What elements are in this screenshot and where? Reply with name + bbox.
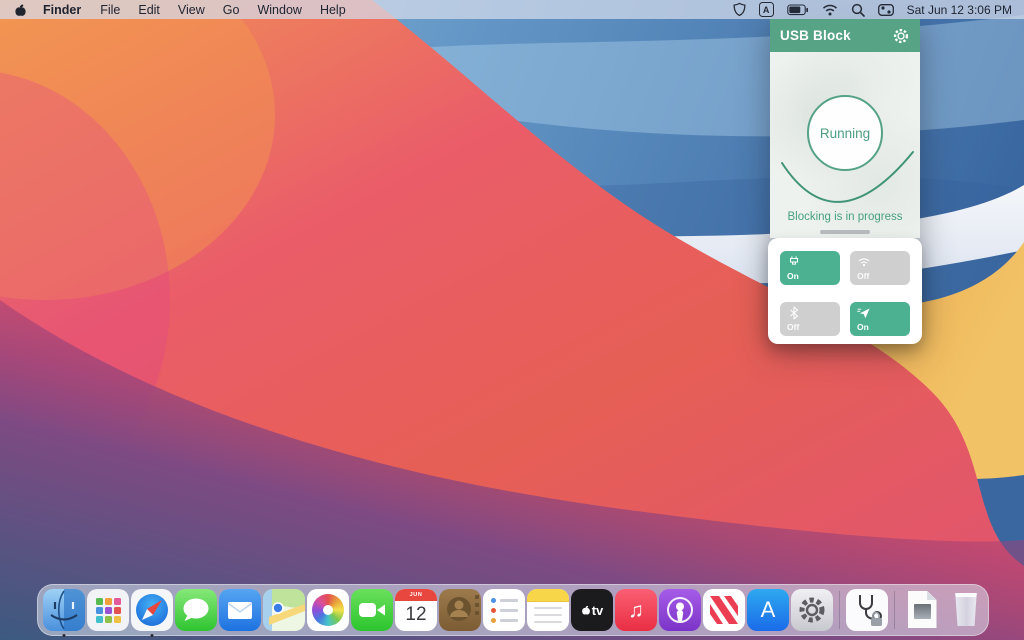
network-plane-icon [857, 306, 871, 320]
usb-block-app-icon [846, 589, 888, 631]
apple-tv-label: tv [592, 603, 604, 618]
running-status-label: Running [820, 126, 870, 141]
menu-item-help[interactable]: Help [311, 3, 355, 17]
dock-item-calendar[interactable]: JUN 12 [395, 589, 437, 631]
control-center-icon[interactable] [878, 4, 894, 16]
shield-icon[interactable] [733, 2, 746, 17]
safari-icon [131, 589, 173, 631]
battery-icon[interactable] [787, 4, 809, 16]
dock-item-notes[interactable] [527, 589, 569, 631]
dock-item-reminders[interactable] [483, 589, 525, 631]
spotlight-icon[interactable] [851, 3, 865, 17]
menu-bar-status-area: A [733, 2, 1024, 17]
dock-item-photos[interactable] [307, 589, 349, 631]
wifi-toggle[interactable]: Off [850, 251, 910, 285]
dock-item-podcasts[interactable] [659, 589, 701, 631]
dock-item-trash[interactable] [945, 589, 987, 631]
calendar-day: 12 [395, 601, 437, 629]
app-store-letter: A [761, 597, 776, 623]
progress-track [820, 230, 870, 234]
blocking-status-message: Blocking is in progress [770, 211, 920, 223]
apple-menu[interactable] [12, 3, 33, 17]
document-icon [908, 591, 937, 628]
calendar-month: JUN [395, 589, 437, 601]
facetime-icon [351, 589, 393, 631]
menu-item-view[interactable]: View [169, 3, 214, 17]
wifi-block-icon [857, 255, 871, 269]
network-toggle-state: On [857, 322, 869, 332]
dock-item-system-preferences[interactable] [791, 589, 833, 631]
toggle-card: On Off Off On [768, 238, 922, 344]
network-toggle[interactable]: On [850, 302, 910, 336]
dock: JUN 12 [37, 584, 989, 636]
dock-item-safari[interactable] [131, 589, 173, 631]
finder-icon [43, 589, 85, 631]
wifi-icon[interactable] [822, 4, 838, 16]
menu-item-file[interactable]: File [91, 3, 129, 17]
dock-item-music[interactable]: ♫ [615, 589, 657, 631]
input-source-icon[interactable]: A [759, 2, 774, 17]
contacts-icon [439, 589, 481, 631]
music-note-icon: ♫ [628, 600, 644, 621]
gear-icon[interactable] [892, 27, 910, 45]
app-store-icon: A [747, 589, 789, 631]
menu-bar-left: Finder File Edit View Go Window Help [0, 3, 355, 17]
wifi-toggle-state: Off [857, 271, 869, 281]
bluetooth-toggle[interactable]: Off [780, 302, 840, 336]
usb-toggle[interactable]: On [780, 251, 840, 285]
apple-tv-icon: tv [571, 589, 613, 631]
calendar-icon: JUN 12 [395, 589, 437, 631]
photos-icon [307, 589, 349, 631]
launchpad-icon [87, 589, 129, 631]
menu-bar: Finder File Edit View Go Window Help A [0, 0, 1024, 19]
music-icon: ♫ [615, 589, 657, 631]
dock-item-facetime[interactable] [351, 589, 393, 631]
dock-item-messages[interactable] [175, 589, 217, 631]
menu-item-finder[interactable]: Finder [33, 3, 91, 17]
dock-divider [894, 591, 895, 629]
menu-item-window[interactable]: Window [248, 3, 310, 17]
dock-item-launchpad[interactable] [87, 589, 129, 631]
dock-item-contacts[interactable] [439, 589, 481, 631]
usb-block-title: USB Block [780, 28, 851, 43]
dock-divider [839, 591, 840, 629]
menu-item-go[interactable]: Go [214, 3, 249, 17]
messages-icon [175, 589, 217, 631]
usb-block-header: USB Block [770, 19, 920, 52]
notes-icon [527, 589, 569, 631]
mail-icon [219, 589, 261, 631]
usb-block-panel: USB Block Running Blocking is in progres… [770, 19, 920, 344]
menu-item-edit[interactable]: Edit [129, 3, 169, 17]
bluetooth-icon [787, 306, 801, 320]
dock-item-document[interactable] [901, 589, 943, 631]
dock-item-app-store[interactable]: A [747, 589, 789, 631]
dock-item-mail[interactable] [219, 589, 261, 631]
apple-icon [14, 3, 27, 17]
usb-block-body: Running Blocking is in progress [770, 52, 920, 238]
dock-item-apple-tv[interactable]: tv [571, 589, 613, 631]
trash-icon [954, 593, 979, 626]
dock-item-finder[interactable] [43, 589, 85, 631]
usb-toggle-state: On [787, 271, 799, 281]
dock-item-news[interactable] [703, 589, 745, 631]
reminders-icon [483, 589, 525, 631]
podcasts-icon [659, 589, 701, 631]
usb-icon [787, 255, 801, 269]
running-status-button[interactable]: Running [807, 95, 883, 171]
system-preferences-icon [791, 589, 833, 631]
bluetooth-toggle-state: Off [787, 322, 799, 332]
dock-item-usb-block-app[interactable] [846, 589, 888, 631]
news-icon [703, 589, 745, 631]
menu-bar-clock[interactable]: Sat Jun 12 3:06 PM [907, 3, 1012, 17]
dock-item-maps[interactable] [263, 589, 305, 631]
maps-icon [263, 589, 305, 631]
